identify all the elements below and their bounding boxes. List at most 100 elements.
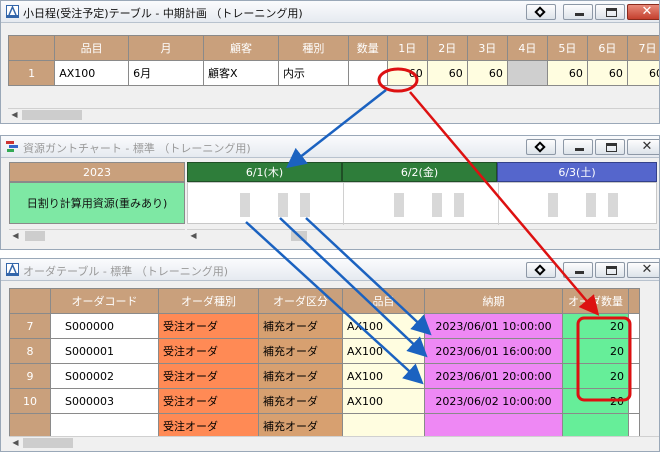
left-scrollbar[interactable]: ◀ <box>9 229 185 242</box>
horizontal-scrollbar[interactable]: ◀ <box>9 436 659 449</box>
col-header-day4[interactable]: 4日 <box>506 35 548 61</box>
close-button[interactable]: ✕ <box>627 139 659 155</box>
maximize-button[interactable] <box>595 262 625 278</box>
due-date-cell[interactable]: 2023/06/01 10:00:00 <box>424 313 563 339</box>
scroll-thumb[interactable] <box>23 438 73 448</box>
col-header-day1[interactable]: 1日 <box>386 35 428 61</box>
order-division-cell[interactable]: 補充オーダ <box>258 338 343 364</box>
order-code-cell[interactable]: S000003 <box>50 388 159 414</box>
item-cell[interactable]: AX100 <box>342 338 425 364</box>
scroll-thumb[interactable] <box>22 110 82 120</box>
order-code-cell[interactable]: S000000 <box>50 313 159 339</box>
table-row[interactable]: 8 S000001 受注オーダ 補充オーダ AX100 2023/06/01 1… <box>9 338 640 364</box>
scroll-left-icon[interactable]: ◀ <box>9 437 22 449</box>
order-qty-cell[interactable]: 20 <box>562 338 629 364</box>
month-cell[interactable]: 6月 <box>128 60 205 86</box>
order-division-cell[interactable]: 補充オーダ <box>258 313 343 339</box>
scroll-thumb[interactable] <box>25 231 45 241</box>
gantt-bar[interactable] <box>240 193 250 217</box>
day1-cell[interactable]: 60 <box>386 60 428 86</box>
col-header-order-type[interactable]: オーダ種別 <box>158 288 259 314</box>
table-row[interactable]: 1 AX100 6月 顧客X 内示 60 60 60 60 60 60 <box>7 60 659 86</box>
scroll-left-icon[interactable]: ◀ <box>8 109 21 121</box>
horizontal-scrollbar[interactable]: ◀ <box>8 108 659 121</box>
close-button[interactable]: ✕ <box>627 4 659 20</box>
extra-cell[interactable] <box>628 363 640 389</box>
titlebar[interactable]: 資源ガントチャート - 標準 （トレーニング用) ✕ <box>1 136 659 158</box>
gantt-scrollbar[interactable]: ◀ <box>187 229 657 242</box>
customer-cell[interactable]: 顧客X <box>203 60 279 86</box>
col-header-day5[interactable]: 5日 <box>546 35 588 61</box>
item-cell[interactable]: AX100 <box>54 60 130 86</box>
due-date-cell[interactable]: 2023/06/02 10:00:00 <box>424 388 563 414</box>
scroll-left-icon[interactable]: ◀ <box>9 230 22 242</box>
order-code-cell[interactable]: S000002 <box>50 363 159 389</box>
order-division-cell[interactable]: 補充オーダ <box>258 413 343 439</box>
col-header-order-code[interactable]: オーダコード <box>50 288 159 314</box>
row-number[interactable]: 1 <box>7 60 56 86</box>
minimize-button[interactable] <box>563 4 593 20</box>
order-qty-cell[interactable]: 20 <box>562 313 629 339</box>
gantt-area[interactable] <box>187 182 657 225</box>
titlebar[interactable]: 小日程(受注予定)テーブル - 中期計画 （トレーニング用) ✕ <box>1 1 659 23</box>
col-header-day3[interactable]: 3日 <box>466 35 508 61</box>
date-header-2[interactable]: 6/2(金) <box>342 162 497 182</box>
date-header-3[interactable]: 6/3(土) <box>497 162 657 182</box>
col-header-customer[interactable]: 顧客 <box>203 35 279 61</box>
col-header-order-division[interactable]: オーダ区分 <box>258 288 343 314</box>
diamond-button[interactable] <box>526 4 556 20</box>
gantt-bar[interactable] <box>586 193 596 217</box>
gantt-bar[interactable] <box>278 193 288 217</box>
col-header-extra[interactable] <box>628 288 640 314</box>
order-type-cell[interactable]: 受注オーダ <box>158 313 259 339</box>
col-header-item[interactable]: 品目 <box>342 288 425 314</box>
order-qty-cell[interactable] <box>562 413 629 439</box>
row-number[interactable] <box>9 413 51 439</box>
order-qty-cell[interactable]: 20 <box>562 363 629 389</box>
table-row[interactable]: 7 S000000 受注オーダ 補充オーダ AX100 2023/06/01 1… <box>9 313 640 339</box>
kind-cell[interactable]: 内示 <box>277 60 349 86</box>
due-date-cell[interactable]: 2023/06/01 20:00:00 <box>424 363 563 389</box>
close-button[interactable]: ✕ <box>627 262 659 278</box>
order-division-cell[interactable]: 補充オーダ <box>258 363 343 389</box>
extra-cell[interactable] <box>628 313 640 339</box>
extra-cell[interactable] <box>628 413 640 439</box>
qty-cell[interactable] <box>347 60 388 86</box>
col-header-item[interactable]: 品目 <box>54 35 130 61</box>
maximize-button[interactable] <box>595 4 625 20</box>
gantt-bar[interactable] <box>454 193 464 217</box>
col-header-order-qty[interactable]: オーダ数量 <box>562 288 629 314</box>
day3-cell[interactable]: 60 <box>466 60 508 86</box>
col-header-kind[interactable]: 種別 <box>277 35 349 61</box>
order-type-cell[interactable]: 受注オーダ <box>158 338 259 364</box>
col-header-qty[interactable]: 数量 <box>347 35 388 61</box>
day7-cell[interactable]: 60 <box>626 60 659 86</box>
gantt-bar[interactable] <box>432 193 442 217</box>
resource-label[interactable]: 日割り計算用資源(重みあり) <box>9 182 185 224</box>
row-number[interactable]: 8 <box>9 338 51 364</box>
minimize-button[interactable] <box>563 139 593 155</box>
diamond-button[interactable] <box>526 262 556 278</box>
date-header-1[interactable]: 6/1(木) <box>187 162 342 182</box>
item-cell[interactable]: AX100 <box>342 363 425 389</box>
gantt-bar[interactable] <box>300 193 310 217</box>
minimize-button[interactable] <box>563 262 593 278</box>
col-header-day2[interactable]: 2日 <box>426 35 468 61</box>
due-date-cell[interactable]: 2023/06/01 16:00:00 <box>424 338 563 364</box>
day6-cell[interactable]: 60 <box>586 60 628 86</box>
extra-cell[interactable] <box>628 338 640 364</box>
corner-cell[interactable] <box>9 288 51 314</box>
extra-cell[interactable] <box>628 388 640 414</box>
order-code-cell[interactable] <box>50 413 159 439</box>
table-row[interactable]: 9 S000002 受注オーダ 補充オーダ AX100 2023/06/01 2… <box>9 363 640 389</box>
order-type-cell[interactable]: 受注オーダ <box>158 363 259 389</box>
day4-cell[interactable] <box>506 60 548 86</box>
day5-cell[interactable]: 60 <box>546 60 588 86</box>
due-date-cell[interactable] <box>424 413 563 439</box>
col-header-day7[interactable]: 7日 <box>626 35 659 61</box>
day2-cell[interactable]: 60 <box>426 60 468 86</box>
table-row[interactable]: 受注オーダ 補充オーダ <box>9 413 640 439</box>
table-row[interactable]: 10 S000003 受注オーダ 補充オーダ AX100 2023/06/02 … <box>9 388 640 414</box>
item-cell[interactable]: AX100 <box>342 313 425 339</box>
diamond-button[interactable] <box>526 139 556 155</box>
